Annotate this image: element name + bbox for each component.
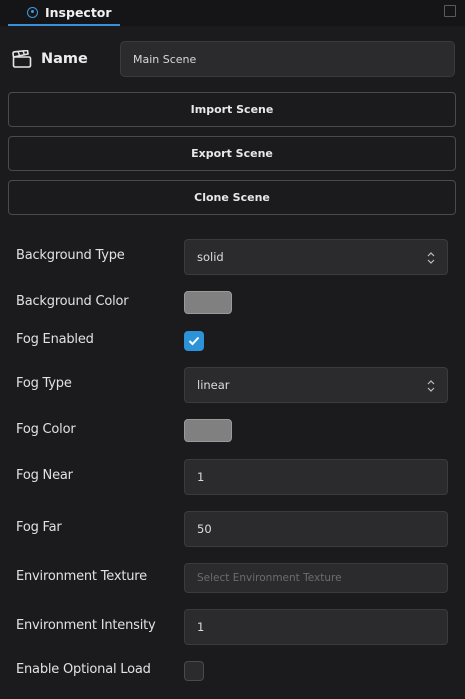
fog-enabled-label: Fog Enabled <box>16 332 94 347</box>
environment-intensity-input[interactable]: 1 <box>184 609 448 645</box>
tab-inspector[interactable]: Inspector <box>8 0 120 26</box>
fog-type-value: linear <box>197 378 230 392</box>
name-label: Name <box>41 51 88 67</box>
fog-color-label: Fog Color <box>16 422 76 437</box>
fog-far-label: Fog Far <box>16 520 62 535</box>
enable-optional-load-label: Enable Optional Load <box>16 662 151 677</box>
fog-enabled-checkbox[interactable] <box>184 331 204 351</box>
chevron-updown-icon <box>427 380 435 392</box>
scene-name-input[interactable]: Main Scene <box>120 41 455 77</box>
background-color-label: Background Color <box>16 294 129 309</box>
checkmark-icon <box>188 336 200 346</box>
fog-near-label: Fog Near <box>16 468 73 483</box>
chevron-updown-icon <box>427 252 435 264</box>
maximize-icon[interactable] <box>444 5 456 17</box>
tab-label: Inspector <box>45 4 112 20</box>
tab-bar: Inspector <box>0 0 465 26</box>
background-type-value: solid <box>197 250 224 264</box>
enable-optional-load-checkbox[interactable] <box>184 661 204 681</box>
name-row: Name <box>12 41 88 77</box>
fog-type-label: Fog Type <box>16 376 72 391</box>
fog-type-select[interactable]: linear <box>184 367 448 403</box>
background-color-swatch[interactable] <box>184 291 232 314</box>
environment-intensity-label: Environment Intensity <box>16 618 156 633</box>
fog-near-input[interactable]: 1 <box>184 459 448 495</box>
background-type-label: Background Type <box>16 248 125 263</box>
clone-scene-button[interactable]: Clone Scene <box>8 180 456 215</box>
environment-texture-label: Environment Texture <box>16 569 147 584</box>
import-scene-button[interactable]: Import Scene <box>8 92 456 127</box>
environment-texture-input[interactable]: Select Environment Texture <box>184 563 448 593</box>
fog-color-swatch[interactable] <box>184 419 232 442</box>
fog-far-input[interactable]: 50 <box>184 511 448 547</box>
clapperboard-icon <box>12 50 32 68</box>
background-type-select[interactable]: solid <box>184 239 448 275</box>
target-icon <box>27 6 38 18</box>
export-scene-button[interactable]: Export Scene <box>8 136 456 171</box>
